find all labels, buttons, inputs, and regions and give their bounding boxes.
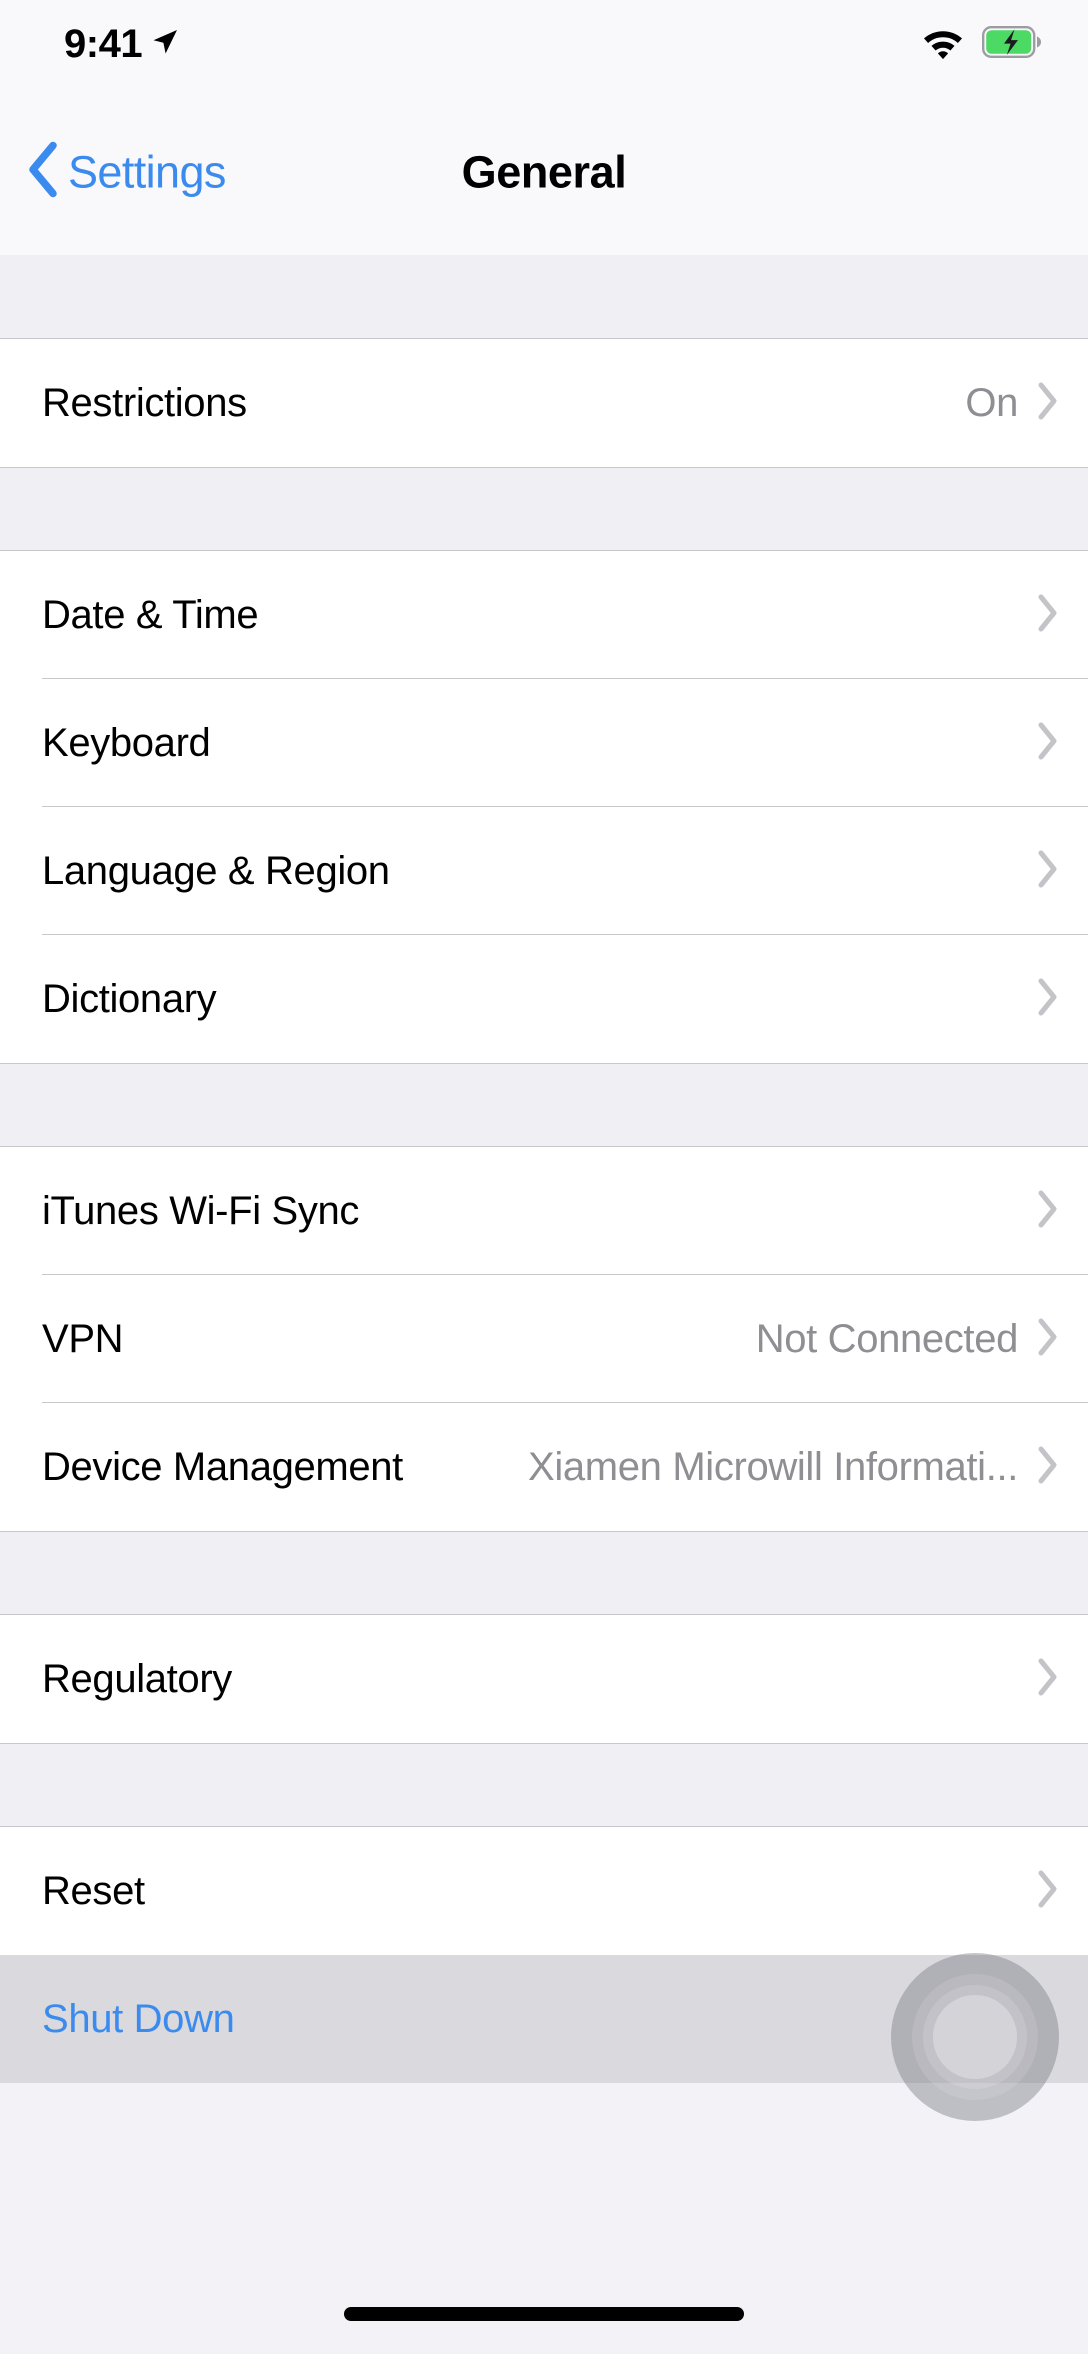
section-gap-2 xyxy=(0,1063,1088,1147)
settings-row-device-management[interactable]: Device Management Xiamen Microwill Infor… xyxy=(0,1403,1088,1531)
assistive-touch-icon[interactable] xyxy=(891,1953,1059,2121)
chevron-left-icon xyxy=(26,141,60,202)
home-indicator-bar[interactable] xyxy=(344,2307,744,2321)
battery-charging-icon xyxy=(982,25,1042,63)
row-label: Language & Region xyxy=(42,849,390,893)
section-gap-3 xyxy=(0,1531,1088,1615)
row-label: VPN xyxy=(42,1317,124,1361)
settings-row-language-region[interactable]: Language & Region xyxy=(0,807,1088,935)
row-label: Dictionary xyxy=(42,977,217,1021)
back-button[interactable]: Settings xyxy=(26,141,226,202)
row-label: iTunes Wi-Fi Sync xyxy=(42,1189,360,1233)
settings-row-keyboard[interactable]: Keyboard xyxy=(0,679,1088,807)
row-label: Reset xyxy=(42,1869,145,1913)
chevron-right-icon xyxy=(1036,977,1060,1022)
row-value: Not Connected xyxy=(755,1319,1018,1359)
chevron-right-icon xyxy=(1036,1317,1060,1362)
status-bar-left: 9:41 xyxy=(64,24,180,64)
section-gap-4 xyxy=(0,1743,1088,1827)
connectivity-section: iTunes Wi-Fi Sync VPN Not Connected Devi… xyxy=(0,1147,1088,1531)
section-gap-1 xyxy=(0,467,1088,551)
settings-row-vpn[interactable]: VPN Not Connected xyxy=(0,1275,1088,1403)
localization-section: Date & Time Keyboard Language & Region D… xyxy=(0,551,1088,1063)
row-label: Date & Time xyxy=(42,593,259,637)
row-label: Regulatory xyxy=(42,1657,232,1701)
location-arrow-icon xyxy=(150,27,180,62)
row-label: Shut Down xyxy=(42,1997,235,2041)
chevron-right-icon xyxy=(1036,1657,1060,1702)
assistive-touch-core xyxy=(933,1995,1017,2079)
assistive-touch-ring-inner xyxy=(923,1985,1027,2089)
chevron-right-icon xyxy=(1036,593,1060,638)
settings-row-regulatory[interactable]: Regulatory xyxy=(0,1615,1088,1743)
regulatory-section: Regulatory xyxy=(0,1615,1088,1743)
settings-row-itunes-wifi-sync[interactable]: iTunes Wi-Fi Sync xyxy=(0,1147,1088,1275)
row-label: Device Management xyxy=(42,1445,403,1489)
navigation-bar: Settings General xyxy=(0,88,1088,255)
settings-row-reset[interactable]: Reset xyxy=(0,1827,1088,1955)
status-bar-clock: 9:41 xyxy=(64,22,143,66)
iphone-screen: 9:41 Settings General Restrictions On Da… xyxy=(0,0,1088,2354)
row-value: Xiamen Microwill Informati... xyxy=(528,1447,1018,1487)
chevron-right-icon xyxy=(1036,721,1060,766)
row-label: Keyboard xyxy=(42,721,211,765)
page-title: General xyxy=(461,146,627,197)
settings-row-date-time[interactable]: Date & Time xyxy=(0,551,1088,679)
assistive-touch-ring-outer xyxy=(912,1974,1038,2100)
settings-row-dictionary[interactable]: Dictionary xyxy=(0,935,1088,1063)
section-gap-bottom xyxy=(0,2083,1088,2289)
row-value: On xyxy=(965,383,1018,423)
chevron-right-icon xyxy=(1036,381,1060,426)
restrictions-section: Restrictions On xyxy=(0,339,1088,467)
section-gap-top xyxy=(0,255,1088,339)
settings-row-restrictions[interactable]: Restrictions On xyxy=(0,339,1088,467)
status-bar-right xyxy=(920,25,1042,64)
chevron-right-icon xyxy=(1036,1189,1060,1234)
chevron-right-icon xyxy=(1036,849,1060,894)
chevron-right-icon xyxy=(1036,1869,1060,1914)
status-bar: 9:41 xyxy=(0,0,1088,88)
wifi-icon xyxy=(920,25,966,64)
row-label: Restrictions xyxy=(42,381,247,425)
chevron-right-icon xyxy=(1036,1445,1060,1490)
back-button-label: Settings xyxy=(68,146,226,197)
